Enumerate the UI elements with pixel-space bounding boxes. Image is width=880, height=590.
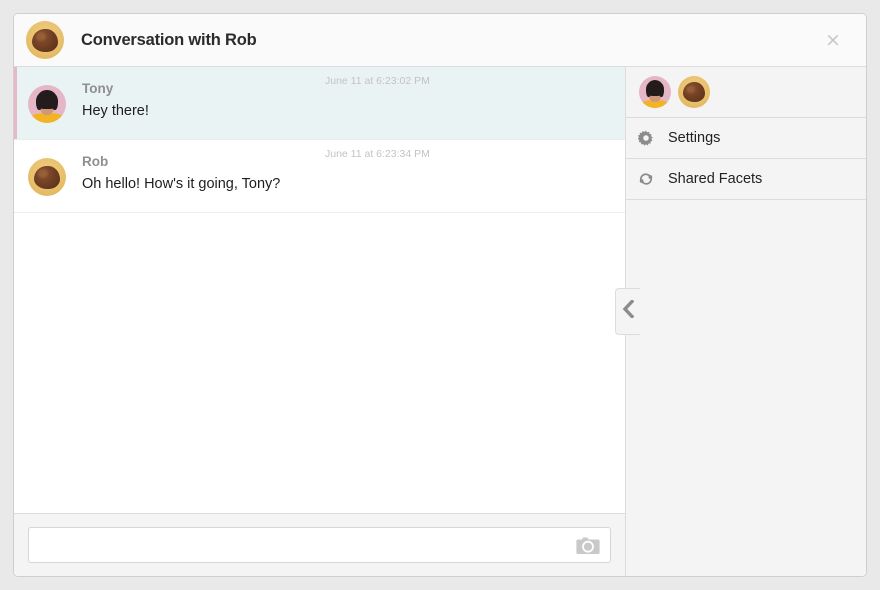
message-timestamp: June 11 at 6:23:02 PM <box>325 75 430 87</box>
window-body: June 11 at 6:23:02 PM Tony Hey there! Ju… <box>14 67 866 576</box>
message-input[interactable] <box>39 528 576 562</box>
side-item-settings[interactable]: Settings <box>626 118 866 159</box>
message-row[interactable]: June 11 at 6:23:02 PM Tony Hey there! <box>14 67 625 140</box>
camera-icon[interactable] <box>576 536 600 555</box>
conversation-window: Conversation with Rob × June 11 at 6:23:… <box>13 13 867 577</box>
message-composer <box>14 514 625 576</box>
tony-avatar-art <box>639 76 671 108</box>
gear-icon <box>637 129 655 147</box>
conversation-column: June 11 at 6:23:02 PM Tony Hey there! Ju… <box>14 67 626 576</box>
composer-input-wrapper[interactable] <box>28 527 611 563</box>
participant-avatars <box>626 67 866 118</box>
shared-facets-icon <box>637 170 655 188</box>
page-title: Conversation with Rob <box>81 30 257 49</box>
participant-avatar-rob[interactable] <box>678 76 710 108</box>
message-text: Oh hello! How's it going, Tony? <box>82 176 281 192</box>
rob-avatar-art <box>26 21 64 59</box>
side-item-label: Settings <box>668 130 721 146</box>
collapse-panel-button[interactable] <box>615 288 640 335</box>
side-panel-empty-area <box>626 200 866 576</box>
participant-avatar-tony[interactable] <box>639 76 671 108</box>
message-body: June 11 at 6:23:34 PM Rob Oh hello! How'… <box>82 148 609 196</box>
titlebar-avatar <box>26 21 64 59</box>
close-icon[interactable]: × <box>822 29 844 51</box>
message-text: Hey there! <box>82 103 149 119</box>
tony-avatar-art <box>28 85 66 123</box>
message-avatar <box>28 85 66 123</box>
side-panel: Settings Shared Facets <box>626 67 866 576</box>
message-timestamp: June 11 at 6:23:34 PM <box>325 148 430 160</box>
message-list[interactable]: June 11 at 6:23:02 PM Tony Hey there! Ju… <box>14 67 625 514</box>
message-row[interactable]: June 11 at 6:23:34 PM Rob Oh hello! How'… <box>14 140 625 213</box>
rob-avatar-art <box>28 158 66 196</box>
side-item-shared-facets[interactable]: Shared Facets <box>626 159 866 200</box>
window-titlebar: Conversation with Rob × <box>14 14 866 67</box>
message-avatar <box>28 158 66 196</box>
message-body: June 11 at 6:23:02 PM Tony Hey there! <box>82 75 609 123</box>
rob-avatar-art <box>678 76 710 108</box>
side-item-label: Shared Facets <box>668 171 763 187</box>
chevron-left-icon <box>622 299 635 323</box>
